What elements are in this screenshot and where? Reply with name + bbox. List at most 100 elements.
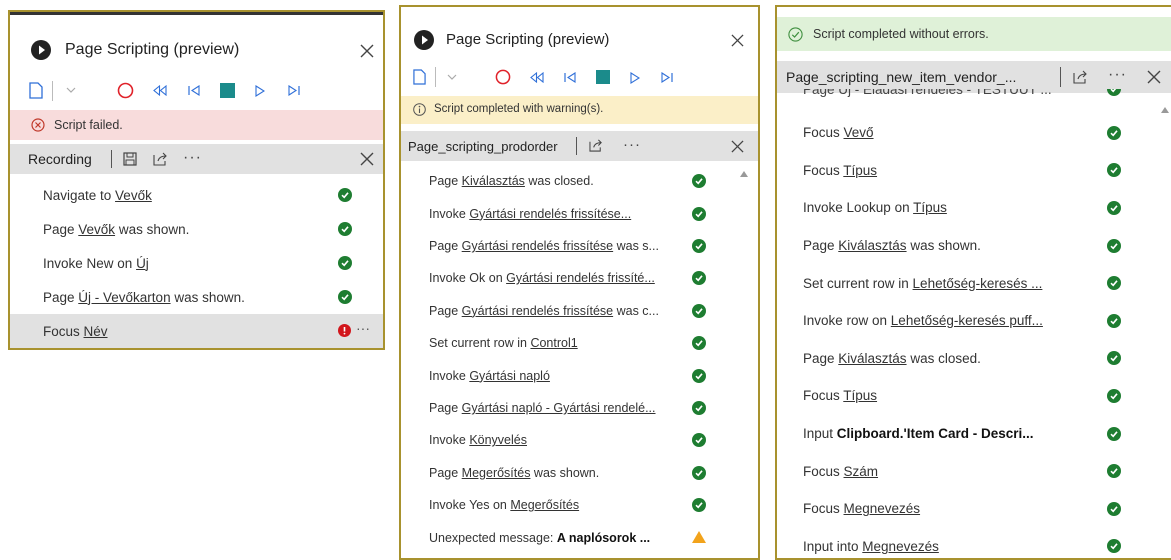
more-icon[interactable]: ··· xyxy=(623,136,641,153)
step-link[interactable]: Vevő xyxy=(844,125,874,140)
share-icon[interactable] xyxy=(589,138,604,152)
list-item[interactable]: Page Gyártási rendelés frissítése was c.… xyxy=(401,295,758,327)
step-link[interactable]: Kiválasztás xyxy=(462,174,525,188)
chevron-down-icon[interactable] xyxy=(447,74,457,80)
chevron-down-icon[interactable] xyxy=(66,87,76,93)
list-item-partial[interactable]: Page Új - Eladási rendelés - TESTUUT ... xyxy=(777,89,1171,103)
step-link[interactable]: Control1 xyxy=(530,336,577,350)
list-item[interactable]: Focus Szám xyxy=(777,452,1171,490)
rewind-icon[interactable] xyxy=(530,72,544,83)
step-text: Focus Szám xyxy=(803,464,1073,479)
list-item[interactable]: Invoke row on Lehetőség-keresés puff... xyxy=(777,302,1171,340)
new-icon[interactable] xyxy=(413,69,426,85)
step-link[interactable]: Típus xyxy=(913,200,947,215)
list-item[interactable]: Invoke New on Új xyxy=(10,246,383,280)
step-link[interactable]: Kiválasztás xyxy=(838,351,906,366)
rewind-icon[interactable] xyxy=(153,85,167,96)
list-item[interactable]: Page Gyártási rendelés frissítése was s.… xyxy=(401,230,758,262)
step-link[interactable]: Gyártási napló xyxy=(469,369,550,383)
close-icon[interactable] xyxy=(360,152,374,166)
step-link[interactable]: Lehetőség-keresés ... xyxy=(913,276,1043,291)
share-icon[interactable] xyxy=(153,151,169,166)
check-icon xyxy=(1107,464,1121,479)
list-item[interactable]: Focus Típus xyxy=(777,152,1171,190)
script-name[interactable]: Page_scripting_prodorder xyxy=(408,139,558,154)
stop-icon[interactable] xyxy=(220,83,235,98)
list-item[interactable]: Page Kiválasztás was closed. xyxy=(401,165,758,197)
step-link[interactable]: Megnevezés xyxy=(862,539,939,554)
step-link[interactable]: Új xyxy=(136,256,149,271)
step-link[interactable]: Típus xyxy=(843,163,877,178)
step-prefix: Invoke Ok on xyxy=(429,271,507,286)
list-item[interactable]: Input into Megnevezés xyxy=(777,528,1171,558)
list-item[interactable]: Unexpected message: A naplósorok ... xyxy=(401,521,758,553)
close-icon[interactable] xyxy=(360,44,374,58)
step-link[interactable]: Gyártási rendelés frissítése xyxy=(462,304,613,318)
list-item[interactable]: Focus Név ··· xyxy=(10,314,383,348)
save-icon[interactable] xyxy=(123,152,137,166)
step-link[interactable]: Vevők xyxy=(115,188,152,203)
list-item[interactable]: Invoke Ok on Gyártási rendelés frissíté.… xyxy=(401,262,758,294)
play-icon[interactable] xyxy=(630,72,640,84)
row-more-icon[interactable]: ··· xyxy=(356,320,370,336)
stop-icon[interactable] xyxy=(596,70,610,84)
step-link[interactable]: Szám xyxy=(844,464,879,479)
list-item[interactable]: Invoke Gyártási napló xyxy=(401,359,758,391)
list-item[interactable]: Invoke Yes on Megerősítés xyxy=(401,489,758,521)
step-text: Page Gyártási rendelés frissítése was s.… xyxy=(429,239,691,253)
step-link[interactable]: Megerősítés xyxy=(510,498,579,512)
step-suffix: was shown. xyxy=(115,221,190,237)
list-item[interactable]: Page Megerősítés was shown. xyxy=(401,457,758,489)
step-link[interactable]: Típus xyxy=(843,388,877,403)
record-icon[interactable] xyxy=(495,69,511,85)
list-item[interactable]: Invoke Könyvelés xyxy=(401,424,758,456)
list-item[interactable]: Set current row in Control1 xyxy=(401,327,758,359)
step-link[interactable]: Új - Vevőkarton xyxy=(78,290,170,305)
list-item[interactable]: Invoke Gyártási rendelés frissítése... xyxy=(401,197,758,229)
step-link[interactable]: Kiválasztás xyxy=(838,238,906,253)
list-item[interactable]: Set current row in Lehetőség-keresés ... xyxy=(777,264,1171,302)
step-back-icon[interactable] xyxy=(564,72,576,83)
list-item[interactable]: Focus Típus xyxy=(777,377,1171,415)
close-icon[interactable] xyxy=(1147,70,1161,84)
list-item[interactable]: Page Kiválasztás was closed. xyxy=(777,340,1171,378)
scroll-up-arrow[interactable] xyxy=(1161,107,1169,113)
step-forward-icon[interactable] xyxy=(288,85,300,96)
list-item[interactable]: Focus Megnevezés xyxy=(777,490,1171,528)
list-item[interactable]: Input Clipboard.'Item Card - Descri... xyxy=(777,415,1171,453)
step-prefix: Focus xyxy=(803,162,844,178)
close-icon[interactable] xyxy=(731,34,744,47)
list-item[interactable]: Page Gyártási napló - Gyártási rendelé..… xyxy=(401,392,758,424)
new-icon[interactable] xyxy=(29,82,43,99)
check-icon xyxy=(692,206,706,221)
step-prefix: Page xyxy=(429,238,462,253)
step-link[interactable]: Könyvelés xyxy=(469,433,527,447)
step-link[interactable]: Megerősítés xyxy=(462,466,531,480)
step-forward-icon[interactable] xyxy=(661,72,673,83)
list-item[interactable]: Navigate to Vevők xyxy=(10,178,383,212)
list-item[interactable]: Page Kiválasztás was shown. xyxy=(777,227,1171,265)
step-link[interactable]: Gyártási rendelés frissíté... xyxy=(506,271,655,285)
step-link[interactable]: Megnevezés xyxy=(844,501,921,516)
step-link[interactable]: Gyártási napló - Gyártási rendelé... xyxy=(462,401,656,415)
more-icon[interactable]: ··· xyxy=(183,149,202,167)
share-icon[interactable] xyxy=(1073,69,1089,84)
step-link[interactable]: Vevők xyxy=(78,222,115,237)
play-icon[interactable] xyxy=(255,85,265,97)
list-item[interactable]: Page Új - Vevőkarton was shown. xyxy=(10,280,383,314)
step-back-icon[interactable] xyxy=(188,85,200,96)
step-link[interactable]: Lehetőség-keresés puff... xyxy=(891,313,1043,328)
top-dark-strip xyxy=(10,12,383,15)
step-link[interactable]: Gyártási rendelés frissítése... xyxy=(469,207,631,221)
record-icon[interactable] xyxy=(117,82,134,99)
step-link[interactable]: Gyártási rendelés frissítése xyxy=(462,239,613,253)
step-prefix: Page xyxy=(43,221,79,237)
more-icon[interactable]: ··· xyxy=(1108,66,1127,84)
list-item[interactable]: Invoke Lookup on Típus xyxy=(777,189,1171,227)
step-prefix: Page xyxy=(429,303,462,318)
step-link[interactable]: Név xyxy=(84,324,108,339)
list-item[interactable]: Page Vevők was shown. xyxy=(10,212,383,246)
script-name[interactable]: Page_scripting_new_item_vendor_... xyxy=(786,69,1016,85)
close-icon[interactable] xyxy=(731,140,744,153)
list-item[interactable]: Focus Vevő xyxy=(777,114,1171,152)
